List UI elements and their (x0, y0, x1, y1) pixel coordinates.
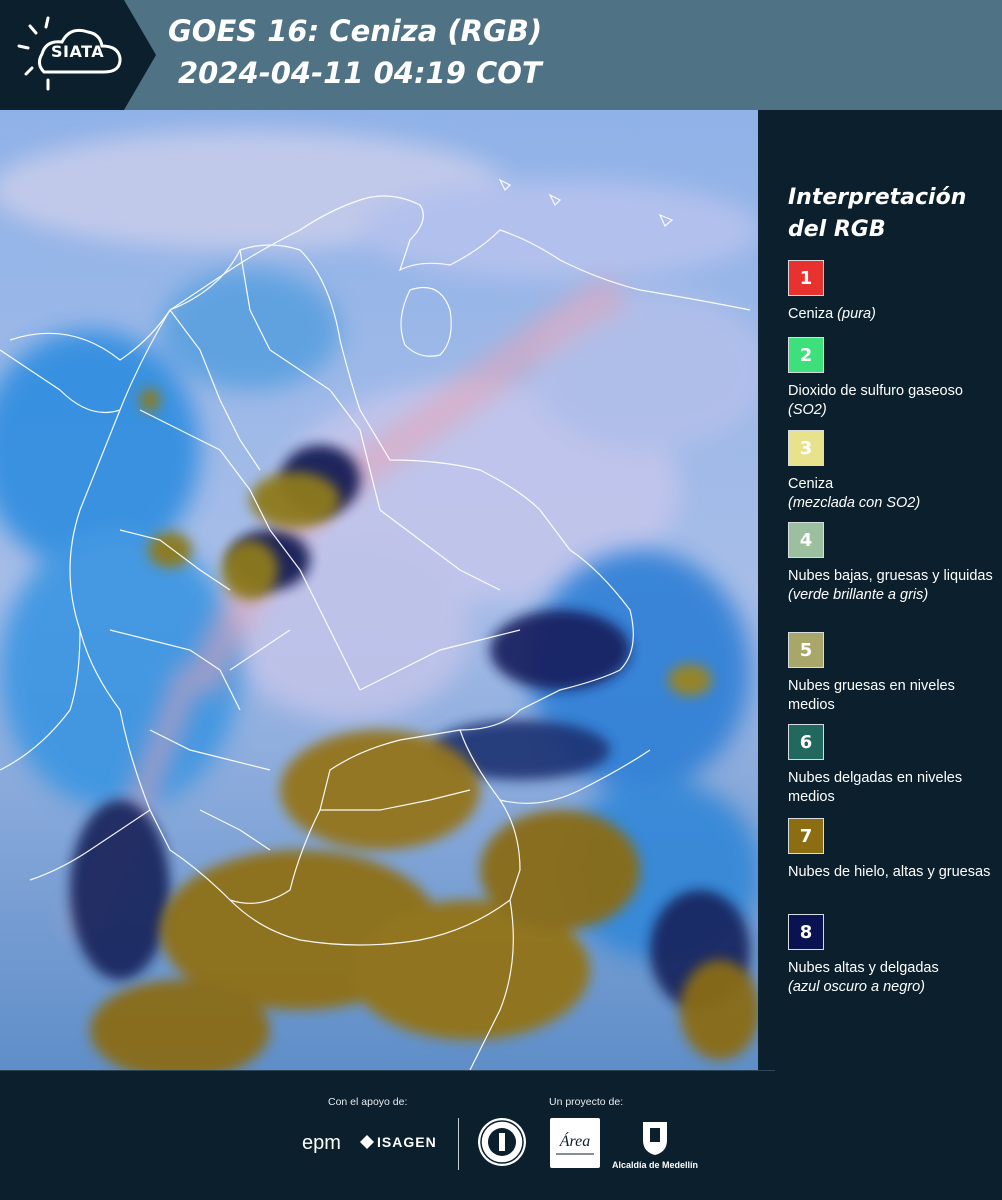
legend-label-3: Ceniza (mezclada con SO2) (788, 475, 998, 513)
satellite-image-map (0, 110, 760, 1070)
legend-label-4: Nubes bajas, gruesas y liquidas (verde br… (788, 567, 998, 605)
legend-label-2-italic: (SO2) (788, 402, 827, 418)
footer-rule (0, 1070, 775, 1071)
epm-logo: epm (302, 1132, 341, 1154)
legend-swatch-2: 2 (788, 337, 824, 373)
rgb-legend-panel: Interpretación del RGB 1 Ceniza (pura) 2… (762, 110, 1002, 1070)
legend-swatch-5: 5 (788, 632, 824, 668)
isagen-mark-icon (360, 1135, 374, 1149)
legend-item-1: 1 Ceniza (pura) (788, 260, 998, 324)
legend-title-line-2: del RGB (788, 217, 886, 242)
legend-label-1-text: Ceniza (788, 306, 838, 322)
legend-label-6: Nubes delgadas en niveles medios (788, 770, 963, 805)
legend-label-4-italic: (verde brillante a gris) (788, 587, 929, 603)
legend-item-4: 4 Nubes bajas, gruesas y liquidas (verde … (788, 522, 998, 605)
legend-label-7: Nubes de hielo, altas y gruesas (788, 864, 991, 880)
footer-divider (458, 1118, 459, 1170)
alcaldia-shield-icon (640, 1120, 670, 1156)
legend-label-1: Ceniza (pura) (788, 305, 998, 324)
legend-swatch-8: 8 (788, 914, 824, 950)
legend-item-7: 7 Nubes de hielo, altas y gruesas (788, 818, 998, 882)
legend-item-3: 3 Ceniza (mezclada con SO2) (788, 430, 998, 513)
legend-label-5: Nubes gruesas en niveles medios (788, 678, 955, 713)
legend-label-3-italic: (mezclada con SO2) (788, 495, 921, 511)
legend-label-2-text: Dioxido de sulfuro gaseoso (788, 383, 963, 399)
university-seal-logo (478, 1118, 526, 1166)
legend-swatch-4: 4 (788, 522, 824, 558)
page-timestamp: 2024-04-11 04:19 COT (178, 56, 542, 90)
legend-item-2: 2 Dioxido de sulfuro gaseoso (SO2) (788, 337, 998, 420)
legend-swatch-7: 7 (788, 818, 824, 854)
isagen-logo: ISAGEN (360, 1134, 437, 1150)
siata-logo-text: SIATA (51, 42, 105, 61)
legend-title: Interpretación del RGB (788, 182, 993, 246)
legend-label-8-text: Nubes altas y delgadas (788, 960, 939, 976)
legend-item-5: 5 Nubes gruesas en niveles medios (788, 632, 998, 715)
legend-item-6: 6 Nubes delgadas en niveles medios (788, 724, 998, 807)
legend-label-8-italic: (azul oscuro a negro) (788, 979, 926, 995)
page-title: GOES 16: Ceniza (RGB) (168, 14, 543, 48)
area-metropolitana-logo: Área (550, 1118, 600, 1168)
legend-label-8: Nubes altas y delgadas (azul oscuro a neg… (788, 959, 998, 997)
support-label: Con el apoyo de: (328, 1096, 408, 1108)
legend-label-3-text: Ceniza (788, 476, 834, 492)
isagen-logo-text: ISAGEN (377, 1134, 437, 1150)
legend-label-4-text: Nubes bajas, gruesas y liquidas (788, 568, 993, 584)
footer-bar: Con el apoyo de: Un proyecto de: epm ISA… (0, 1070, 1002, 1200)
legend-label-1-italic: (pura) (837, 306, 876, 322)
header-bar: SIATA GOES 16: Ceniza (RGB) 2024-04-11 0… (0, 0, 1002, 110)
legend-swatch-1: 1 (788, 260, 824, 296)
legend-label-2: Dioxido de sulfuro gaseoso (SO2) (788, 382, 998, 420)
area-logo-text: Área (559, 1131, 591, 1150)
legend-swatch-3: 3 (788, 430, 824, 466)
siata-logo: SIATA (0, 0, 160, 110)
legend-title-line-1: Interpretación (788, 185, 967, 210)
legend-swatch-6: 6 (788, 724, 824, 760)
legend-item-8: 8 Nubes altas y delgadas (azul oscuro a n… (788, 914, 998, 997)
alcaldia-logo-text: Alcaldía de Medellín (612, 1160, 699, 1170)
project-label: Un proyecto de: (549, 1096, 624, 1108)
